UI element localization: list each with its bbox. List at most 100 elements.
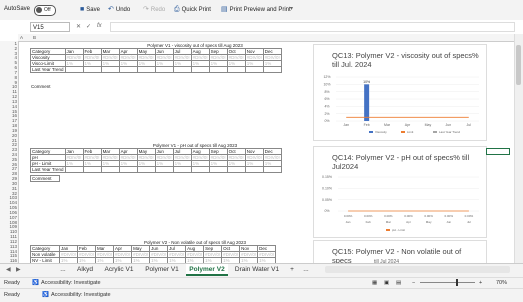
print-preview-button[interactable]: ▤ Print Preview and Print: [221, 5, 291, 15]
zoom-slider-thumb[interactable]: [456, 279, 458, 286]
table-cell[interactable]: #DIV/0!: [95, 251, 115, 258]
table-cell[interactable]: [172, 66, 192, 73]
table-cell[interactable]: [154, 166, 174, 173]
column-b-header[interactable]: B: [33, 34, 36, 41]
table-cell[interactable]: [172, 166, 192, 173]
table-cell[interactable]: #DIV/0!: [226, 54, 246, 61]
table-cell[interactable]: #DIV/0!: [257, 251, 277, 258]
table-cell[interactable]: #DIV/0!: [82, 154, 102, 161]
chart-qc15[interactable]: QC15: Polymer V2 - Non volatile out of s…: [313, 240, 487, 265]
table-cell[interactable]: Last Year Trend: [30, 66, 66, 73]
table-cell[interactable]: [190, 166, 210, 173]
table-cell[interactable]: #DIV/0!: [262, 54, 282, 61]
redo-button[interactable]: ↷ Redo: [143, 5, 165, 15]
undo-button[interactable]: ↶ Undo: [108, 5, 130, 15]
tab-more-right[interactable]: ...: [300, 264, 312, 276]
table-cell[interactable]: [262, 166, 282, 173]
table-cell[interactable]: #DIV/0!: [244, 54, 264, 61]
table-cell[interactable]: #DIV/0!: [154, 154, 174, 161]
table-cell[interactable]: [118, 166, 138, 173]
outer-accessibility-icon[interactable]: ♿: [42, 289, 49, 302]
table-cell[interactable]: [136, 166, 156, 173]
table-cell[interactable]: #DIV/0!: [262, 154, 282, 161]
vertical-scroll-thumb[interactable]: [516, 45, 521, 85]
table-cell[interactable]: #DIV/0!: [131, 251, 151, 258]
x-tick-label: Mar: [384, 123, 391, 127]
prev-sheet-icon[interactable]: ◀: [6, 266, 11, 273]
table-cell[interactable]: [208, 166, 228, 173]
table-cell[interactable]: [190, 66, 210, 73]
table-cell[interactable]: [82, 166, 102, 173]
table-cell[interactable]: #DIV/0!: [203, 251, 223, 258]
table-cell[interactable]: #DIV/0!: [172, 54, 192, 61]
table-cell[interactable]: #DIV/0!: [136, 54, 156, 61]
table-cell[interactable]: #DIV/0!: [239, 251, 259, 258]
table-cell[interactable]: #DIV/0!: [185, 251, 205, 258]
function-icon[interactable]: fx: [97, 23, 102, 29]
save-button[interactable]: ■ Save: [80, 5, 100, 15]
table-cell[interactable]: #DIV/0!: [149, 251, 169, 258]
table-cell[interactable]: #DIV/0!: [167, 251, 187, 258]
table-cell[interactable]: #DIV/0!: [221, 251, 241, 258]
outer-status-accessibility[interactable]: Accessibility: Investigate: [51, 289, 111, 302]
table-cell[interactable]: #DIV/0!: [136, 154, 156, 161]
table-cell[interactable]: #DIV/0!: [190, 54, 210, 61]
table-cell[interactable]: [244, 166, 264, 173]
chart-qc14[interactable]: QC14: Polymer V2 - pH out of specs% till…: [313, 146, 487, 238]
table-cell[interactable]: #DIV/0!: [58, 251, 79, 258]
tab-alkyd[interactable]: Alkyd: [73, 264, 97, 276]
table-cell[interactable]: #DIV/0!: [208, 154, 228, 161]
table-cell[interactable]: [226, 66, 246, 73]
table-cell[interactable]: #DIV/0!: [64, 154, 84, 161]
table-cell[interactable]: [100, 166, 120, 173]
table-cell[interactable]: [262, 66, 282, 73]
autosave-toggle[interactable]: Off: [34, 5, 56, 16]
table-cell[interactable]: #DIV/0!: [154, 54, 174, 61]
formula-input[interactable]: [110, 22, 515, 32]
table-cell[interactable]: [226, 166, 246, 173]
table-cell[interactable]: [118, 66, 138, 73]
table-cell[interactable]: [154, 66, 174, 73]
name-box[interactable]: V15: [30, 22, 70, 32]
chart-qc13[interactable]: QC13: Polymer V2 - viscosity out of spec…: [313, 44, 487, 141]
tab-acrylic-v1[interactable]: Acrylic V1: [101, 264, 137, 276]
customize-qat-icon[interactable]: ▾: [290, 5, 293, 14]
table-cell[interactable]: #DIV/0!: [244, 154, 264, 161]
cancel-icon[interactable]: ✕: [76, 23, 81, 30]
table-cell[interactable]: #DIV/0!: [82, 54, 102, 61]
table-cell[interactable]: #DIV/0!: [100, 154, 120, 161]
add-sheet-icon[interactable]: +: [286, 264, 298, 276]
table-cell[interactable]: #DIV/0!: [208, 54, 228, 61]
table-cell[interactable]: [64, 66, 84, 73]
tab-polymer-v2[interactable]: Polymer V2: [186, 264, 228, 276]
quick-print-button[interactable]: ⎙ Quick Print: [174, 5, 211, 15]
table-cell[interactable]: #DIV/0!: [100, 54, 120, 61]
table-cell[interactable]: [82, 66, 102, 73]
table-cell[interactable]: #DIV/0!: [118, 54, 138, 61]
next-sheet-icon[interactable]: ▶: [16, 266, 21, 273]
confirm-icon[interactable]: ✓: [86, 23, 91, 30]
column-a-header[interactable]: A: [20, 34, 23, 41]
zoom-slider-track[interactable]: [420, 282, 475, 283]
table-cell[interactable]: [64, 166, 84, 173]
table-cell[interactable]: [136, 66, 156, 73]
selected-cell-v15[interactable]: [486, 148, 510, 155]
table-cell[interactable]: [208, 66, 228, 73]
table-cell[interactable]: #DIV/0!: [190, 154, 210, 161]
table-cell[interactable]: #DIV/0!: [118, 154, 138, 161]
horizontal-scrollbar[interactable]: [325, 266, 510, 273]
table-cell[interactable]: [100, 66, 120, 73]
tab-polymer-v1[interactable]: Polymer V1: [141, 264, 183, 276]
quick-print-label: Quick Print: [181, 7, 211, 13]
tab-drain-water-v1[interactable]: Drain Water V1: [231, 264, 283, 276]
table-cell[interactable]: Last Year Trend: [30, 166, 66, 173]
tab-more-left[interactable]: ...: [56, 264, 70, 276]
table-cell[interactable]: #DIV/0!: [113, 251, 133, 258]
legend-label: pH - Limit: [392, 228, 405, 232]
table-cell[interactable]: #DIV/0!: [77, 251, 97, 258]
table-cell[interactable]: #DIV/0!: [64, 54, 84, 61]
table-cell[interactable]: #DIV/0!: [226, 154, 246, 161]
table-cell[interactable]: Non volatile: [30, 251, 60, 258]
table-cell[interactable]: [244, 66, 264, 73]
table-cell[interactable]: #DIV/0!: [172, 154, 192, 161]
